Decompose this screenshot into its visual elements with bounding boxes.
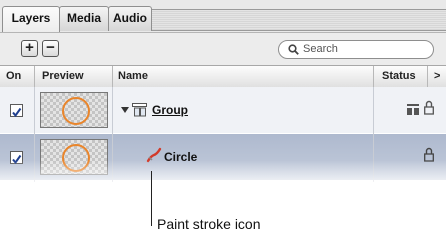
group-icon [132,103,147,117]
tab-audio[interactable]: Audio [108,6,152,31]
search-field[interactable]: Search [278,40,434,59]
callout-label: Paint stroke icon [157,216,261,232]
tab-bar: Layers Media Audio [0,0,446,34]
column-name[interactable]: Name [118,66,148,87]
column-preview[interactable]: Preview [42,66,84,87]
column-divider [112,66,113,87]
toolbar: + − Search [0,32,446,65]
lock-icon[interactable] [424,100,434,115]
remove-layer-button[interactable]: − [42,40,59,57]
column-divider [427,66,428,87]
add-layer-button[interactable]: + [21,40,38,57]
layer-stack-icon [407,104,419,115]
panel-fade [0,160,446,190]
layer-name-group[interactable]: Group [152,103,188,117]
tab-layers[interactable]: Layers [2,6,60,33]
layer-thumbnail [40,92,108,128]
layer-row-group[interactable]: Group [0,87,446,133]
search-icon [288,44,299,55]
layers-panel: Layers Media Audio + − Search On Preview… [0,0,446,190]
search-placeholder: Search [303,43,338,55]
tab-media[interactable]: Media [59,6,109,31]
column-divider [34,66,35,87]
column-divider [373,66,374,87]
tab-strip-background [152,9,446,31]
callout-leader-line [151,171,152,226]
more-columns-chevron[interactable]: > [434,66,440,87]
disclosure-triangle-icon[interactable] [121,106,129,114]
checkmark-icon [12,107,22,118]
column-status[interactable]: Status [382,66,416,87]
column-on[interactable]: On [6,66,21,87]
column-header: On Preview Name Status > [0,65,446,88]
circle-preview [62,97,90,125]
enable-checkbox[interactable] [10,104,23,118]
